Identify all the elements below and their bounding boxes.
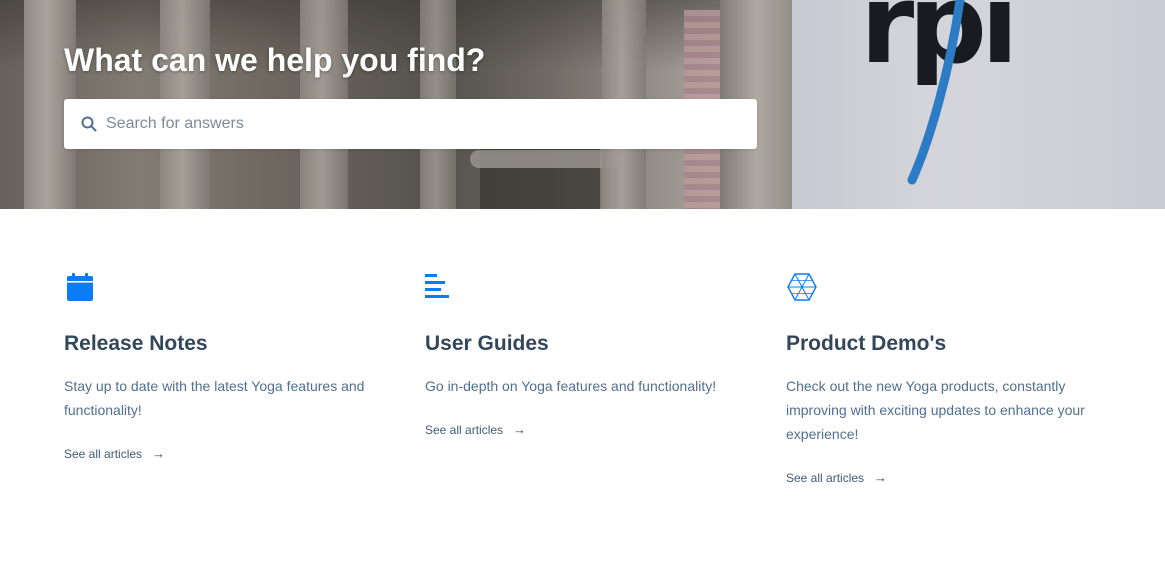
arrow-right-icon: →	[152, 446, 166, 462]
arrow-right-icon: →	[513, 422, 527, 438]
link-label: See all articles	[64, 446, 143, 461]
see-all-articles-link[interactable]: See all articles →	[786, 470, 887, 485]
category-title: Release Notes	[64, 332, 208, 355]
category-title: User Guides	[425, 332, 549, 355]
text-align-left-icon	[425, 274, 449, 298]
category-product-demos: Product Demo's Check out the new Yoga pr…	[786, 271, 1106, 487]
category-description: Check out the new Yoga products, constan…	[786, 378, 1085, 443]
category-user-guides: User Guides Go in-depth on Yoga features…	[425, 271, 745, 439]
search-icon	[81, 116, 97, 132]
category-title: Product Demo's	[786, 332, 947, 355]
see-all-articles-link[interactable]: See all articles →	[64, 446, 165, 461]
search-box[interactable]	[64, 99, 757, 149]
hexagon-mesh-icon	[787, 273, 817, 301]
calendar-icon	[67, 273, 93, 301]
category-description: Stay up to date with the latest Yoga fea…	[64, 378, 365, 419]
category-description: Go in-depth on Yoga features and functio…	[425, 378, 717, 395]
category-release-notes: Release Notes Stay up to date with the l…	[64, 271, 384, 463]
link-label: See all articles	[425, 422, 504, 437]
see-all-articles-link[interactable]: See all articles →	[425, 422, 526, 437]
arrow-right-icon: →	[874, 470, 888, 486]
hero-title: What can we help you find?	[64, 42, 486, 78]
search-input[interactable]	[106, 99, 746, 149]
link-label: See all articles	[786, 470, 865, 485]
